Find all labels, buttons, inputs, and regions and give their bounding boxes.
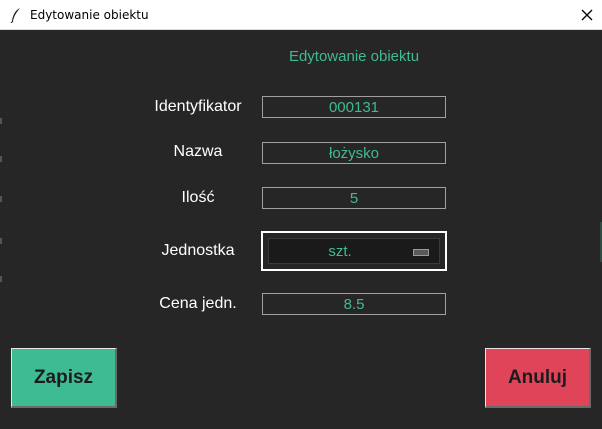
save-button[interactable]: Zapisz	[11, 348, 117, 408]
cancel-button[interactable]: Anuluj	[485, 348, 591, 408]
title-bar: Edytowanie obiektu	[0, 0, 602, 30]
unit-price-field[interactable]	[262, 293, 446, 315]
close-button[interactable]	[572, 0, 602, 30]
edge-mark	[0, 238, 2, 244]
quantity-field[interactable]	[262, 187, 446, 209]
edge-mark	[0, 276, 2, 282]
edge-mark	[0, 196, 2, 202]
identifier-field[interactable]	[262, 96, 446, 118]
unit-select-box[interactable]: szt.	[268, 238, 440, 264]
unit-select-value: szt.	[328, 243, 352, 260]
close-icon	[581, 9, 593, 21]
form-heading: Edytowanie obiektu	[288, 48, 420, 65]
unit-select[interactable]: szt.	[261, 231, 447, 271]
edge-mark	[0, 118, 2, 124]
option-menu-indicator-icon	[413, 249, 429, 256]
window-title: Edytowanie obiektu	[30, 8, 149, 22]
edge-mark	[0, 156, 2, 162]
feather-icon	[10, 8, 20, 23]
name-field[interactable]	[262, 142, 446, 164]
